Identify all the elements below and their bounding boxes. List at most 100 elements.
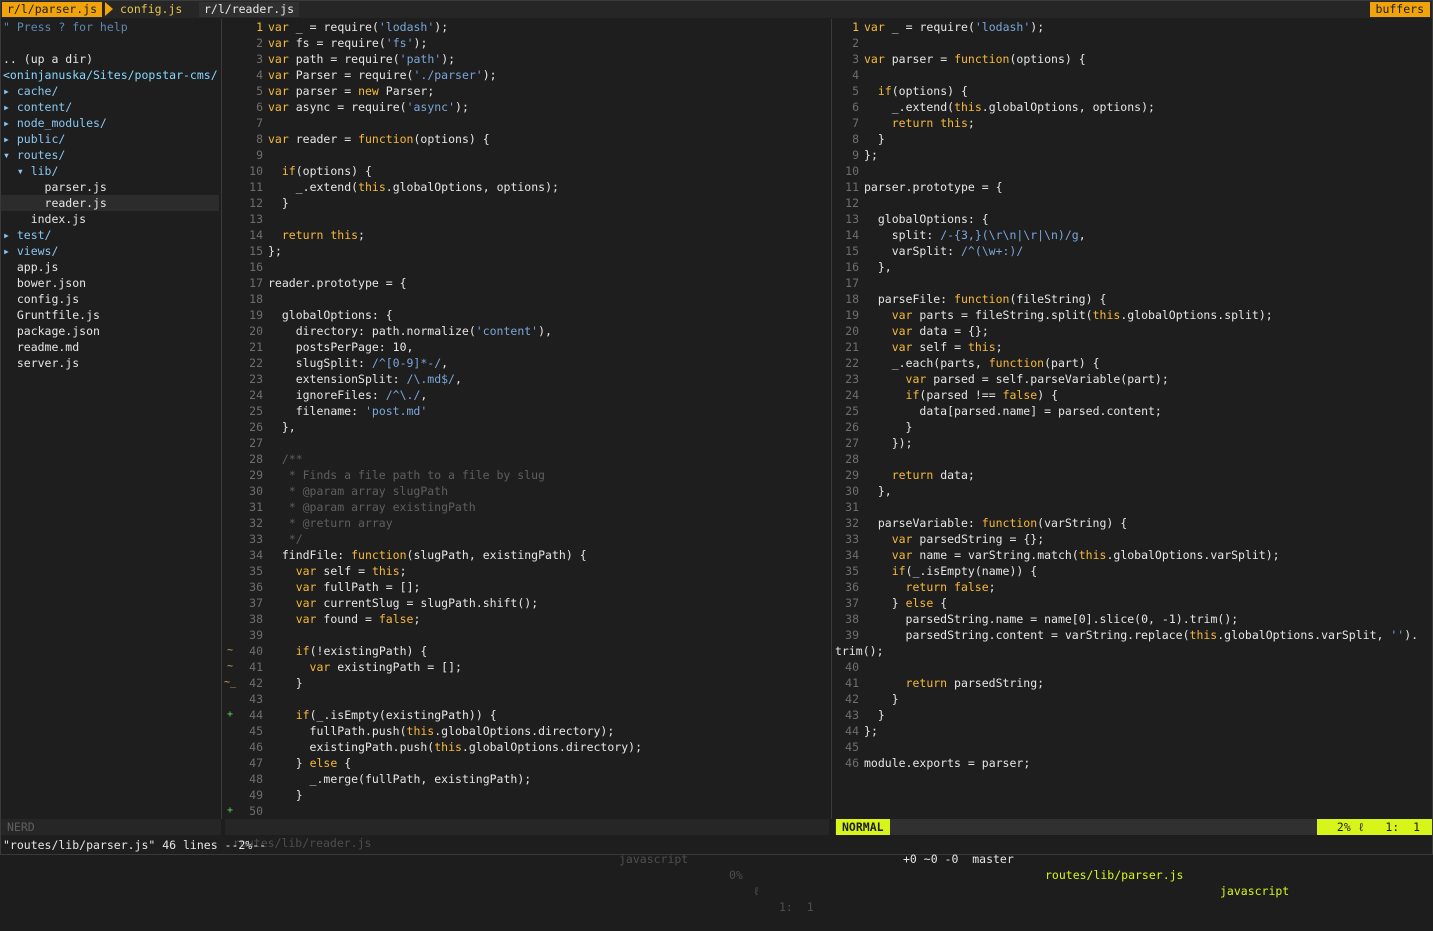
tree-file-item[interactable]: bower.json — [1, 275, 219, 291]
code-line[interactable]: 25 data[parsed.name] = parsed.content; — [835, 403, 1432, 419]
code-line[interactable]: 42 } — [239, 675, 829, 691]
code-line[interactable]: 16 — [239, 259, 829, 275]
code-line[interactable]: 45 fullPath.push(this.globalOptions.dire… — [239, 723, 829, 739]
code-line[interactable]: 3 var parser = function(options) { — [835, 51, 1432, 67]
code-line[interactable]: 6 _.extend(this.globalOptions, options); — [835, 99, 1432, 115]
code-line[interactable]: 17 reader.prototype = { — [239, 275, 829, 291]
code-line[interactable]: 8 } — [835, 131, 1432, 147]
code-line[interactable]: 5 var parser = new Parser; — [239, 83, 829, 99]
tree-file-item[interactable]: .. (up a dir) — [1, 51, 219, 67]
code-line[interactable]: 24 if(parsed !== false) { — [835, 387, 1432, 403]
code-line[interactable]: 4 — [835, 67, 1432, 83]
code-line[interactable]: 43 — [239, 691, 829, 707]
code-line[interactable]: 12 — [835, 195, 1432, 211]
code-line[interactable]: 10 if(options) { — [239, 163, 829, 179]
code-line[interactable]: 39 parsedString.content = varString.repl… — [835, 627, 1432, 643]
code-line[interactable]: 9}; — [835, 147, 1432, 163]
code-line[interactable]: 2 — [835, 35, 1432, 51]
code-line[interactable]: 15 varSplit: /^(\w+:)/ — [835, 243, 1432, 259]
code-line[interactable]: 28 — [835, 451, 1432, 467]
code-line[interactable]: 11 parser.prototype = { — [835, 179, 1432, 195]
tree-file-item[interactable]: readme.md — [1, 339, 219, 355]
code-line[interactable]: 35 if(_.isEmpty(name)) { — [835, 563, 1432, 579]
code-line[interactable]: 19 globalOptions: { — [239, 307, 829, 323]
tree-file-item[interactable]: index.js — [1, 211, 219, 227]
code-line[interactable]: 7 — [239, 115, 829, 131]
code-line[interactable]: 21 postsPerPage: 10, — [239, 339, 829, 355]
code-line[interactable]: 23 var parsed = self.parseVariable(part)… — [835, 371, 1432, 387]
code-line[interactable]: 41 return parsedString; — [835, 675, 1432, 691]
code-line[interactable]: 14 return this; — [239, 227, 829, 243]
code-line[interactable]: 16 }, — [835, 259, 1432, 275]
code-line[interactable]: 31 * @param array existingPath — [239, 499, 829, 515]
code-line[interactable]: 19 var parts = fileString.split(this.glo… — [835, 307, 1432, 323]
code-line[interactable]: 22 slugSplit: /^[0-9]*-/, — [239, 355, 829, 371]
tree-dir-item[interactable]: ▾ lib/ — [1, 163, 219, 179]
tab-parser[interactable]: r/l/parser.js — [2, 2, 103, 17]
code-line[interactable]: 14 split: /-{3,}(\r\n|\r|\n)/g, — [835, 227, 1432, 243]
editor-right-parser[interactable]: 1 var _ = require('lodash'); 2 3 var parser … — [835, 19, 1432, 819]
tree-dir-item[interactable]: ▸ cache/ — [1, 83, 219, 99]
code-line[interactable]: 8 var reader = function(options) { — [239, 131, 829, 147]
code-line[interactable]: 39 — [239, 627, 829, 643]
code-line[interactable]: 33 var parsedString = {}; — [835, 531, 1432, 547]
code-line[interactable]: 31 — [835, 499, 1432, 515]
code-line[interactable]: 23 extensionSplit: /\.md$/, — [239, 371, 829, 387]
code-line[interactable]: 15}; — [239, 243, 829, 259]
code-line[interactable]: 37 var currentSlug = slugPath.shift(); — [239, 595, 829, 611]
code-line[interactable]: 48 _.merge(fullPath, existingPath); — [239, 771, 829, 787]
code-line[interactable]: 45 — [835, 739, 1432, 755]
code-line[interactable]: 34 var name = varString.match(this.globa… — [835, 547, 1432, 563]
tree-dir-item[interactable]: ▸ test/ — [1, 227, 219, 243]
tree-file-item[interactable]: Gruntfile.js — [1, 307, 219, 323]
tree-dir-item[interactable]: ▸ views/ — [1, 243, 219, 259]
tree-file-item[interactable]: server.js — [1, 355, 219, 371]
tree-dir-item[interactable]: ▾ routes/ — [1, 147, 219, 163]
code-line[interactable]: 44}; — [835, 723, 1432, 739]
code-line[interactable]: 27 }); — [835, 435, 1432, 451]
tree-file-item[interactable]: package.json — [1, 323, 219, 339]
code-line[interactable]: 13 — [239, 211, 829, 227]
tree-root-path[interactable]: <oninjanuska/Sites/popstar-cms/ — [1, 67, 219, 83]
code-line[interactable]: 25 filename: 'post.md' — [239, 403, 829, 419]
tree-file-item[interactable]: parser.js — [1, 179, 219, 195]
code-line[interactable]: 46 existingPath.push(this.globalOptions.… — [239, 739, 829, 755]
code-line[interactable]: 1 var _ = require('lodash'); — [835, 19, 1432, 35]
code-line[interactable]: 47 } else { — [239, 755, 829, 771]
code-line[interactable]: 3 var path = require('path'); — [239, 51, 829, 67]
tree-dir-item[interactable]: ▸ content/ — [1, 99, 219, 115]
code-line[interactable]: 37 } else { — [835, 595, 1432, 611]
code-line[interactable]: 41 var existingPath = []; — [239, 659, 829, 675]
code-line[interactable]: 44 if(_.isEmpty(existingPath)) { — [239, 707, 829, 723]
code-line[interactable]: 5 if(options) { — [835, 83, 1432, 99]
tree-file-item[interactable]: reader.js — [1, 195, 219, 211]
code-line[interactable]: 30 }, — [835, 483, 1432, 499]
code-line[interactable]: 29 return data; — [835, 467, 1432, 483]
code-line[interactable]: 40 — [835, 659, 1432, 675]
code-line[interactable]: 28 /** — [239, 451, 829, 467]
code-line[interactable]: 1 var _ = require('lodash'); — [239, 19, 829, 35]
tree-dir-item[interactable]: ▸ public/ — [1, 131, 219, 147]
code-line[interactable]: 17 — [835, 275, 1432, 291]
code-line[interactable]: 36 var fullPath = []; — [239, 579, 829, 595]
code-line[interactable]: 21 var self = this; — [835, 339, 1432, 355]
code-line[interactable]: 40 if(!existingPath) { — [239, 643, 829, 659]
code-line[interactable]: 29 * Finds a file path to a file by slug — [239, 467, 829, 483]
tab-config[interactable]: config.js — [115, 2, 187, 17]
tree-file-item[interactable]: app.js — [1, 259, 219, 275]
code-line[interactable]: 22 _.each(parts, function(part) { — [835, 355, 1432, 371]
editor-left-reader[interactable]: 1 var _ = require('lodash'); 2 var fs = req… — [239, 19, 829, 819]
code-line[interactable]: 32 * @return array — [239, 515, 829, 531]
code-line[interactable]: 18 parseFile: function(fileString) { — [835, 291, 1432, 307]
code-line[interactable]: 50 — [239, 803, 829, 819]
code-line[interactable]: 10 — [835, 163, 1432, 179]
code-line[interactable]: 34 findFile: function(slugPath, existing… — [239, 547, 829, 563]
code-line[interactable]: 33 */ — [239, 531, 829, 547]
buffers-label[interactable]: buffers — [1369, 2, 1430, 17]
code-line[interactable]: 2 var fs = require('fs'); — [239, 35, 829, 51]
code-line[interactable]: 11 _.extend(this.globalOptions, options)… — [239, 179, 829, 195]
code-line[interactable]: 20 directory: path.normalize('content'), — [239, 323, 829, 339]
code-line[interactable]: 12 } — [239, 195, 829, 211]
code-line[interactable]: 43 } — [835, 707, 1432, 723]
code-line[interactable]: 24 ignoreFiles: /^\./, — [239, 387, 829, 403]
